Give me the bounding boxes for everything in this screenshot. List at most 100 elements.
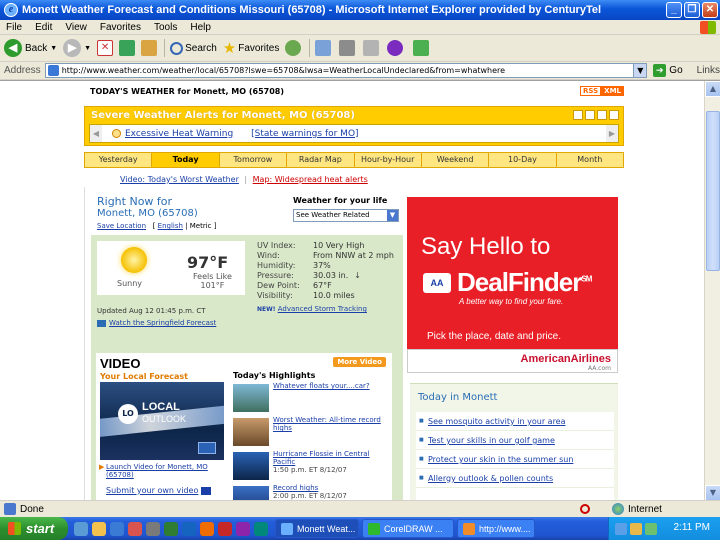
tab-yesterday[interactable]: Yesterday — [85, 153, 153, 167]
tray-volume-icon[interactable] — [630, 522, 642, 535]
alert-print-icon[interactable] — [585, 110, 595, 120]
tab-tomorrow[interactable]: Tomorrow — [219, 153, 288, 167]
favorites-button[interactable]: ★ Favorites — [223, 39, 280, 57]
system-clock[interactable]: 2:11 PM — [674, 522, 711, 533]
rss-badge[interactable]: RSS XML — [580, 86, 624, 96]
state-warnings-link[interactable]: [State warnings for MO] — [251, 129, 358, 139]
scroll-down-icon[interactable]: ▼ — [705, 485, 720, 500]
highlight-link[interactable]: Worst Weather: All-time record highs — [273, 416, 381, 432]
address-input[interactable]: http://www.weather.com/weather/local/657… — [44, 63, 648, 78]
highlight-link[interactable]: Record highs — [273, 484, 318, 492]
tab-today[interactable]: Today — [152, 153, 220, 167]
forward-dropdown-icon[interactable]: ▼ — [84, 45, 91, 52]
launch-video-link[interactable]: Launch Video for Monett, MO (65708) — [106, 463, 208, 479]
yahoo-icon[interactable] — [387, 40, 404, 56]
vertical-scrollbar[interactable]: ▲ ▼ — [704, 81, 720, 500]
menu-edit[interactable]: Edit — [35, 22, 52, 33]
tab-weekend[interactable]: Weekend — [421, 153, 490, 167]
app-icon[interactable] — [254, 521, 268, 536]
highlight-thumbnail[interactable] — [233, 384, 269, 412]
local-outlook-thumbnail[interactable]: LO LOCAL OUTLOOK — [100, 382, 224, 460]
tab-hour-by-hour[interactable]: Hour-by-Hour — [354, 153, 422, 167]
corel-icon[interactable] — [236, 521, 250, 536]
highlight-thumbnail[interactable] — [233, 418, 269, 446]
links-button[interactable]: Links — [697, 65, 720, 76]
highlight-link[interactable]: Hurricane Flossie in Central Pacific — [273, 450, 370, 466]
desktop-icon[interactable] — [74, 521, 88, 536]
folder-icon[interactable] — [92, 521, 106, 536]
menu-view[interactable]: View — [65, 22, 87, 33]
task-browser-url[interactable]: http://www.... — [457, 519, 535, 538]
highlight-item[interactable]: Worst Weather: All-time record highs — [233, 416, 389, 450]
excel-icon[interactable] — [164, 521, 178, 536]
highlight-item[interactable]: Record highs 2:00 p.m. ET 8/12/07 — [233, 484, 389, 500]
scroll-thumb[interactable] — [706, 111, 720, 271]
print-icon[interactable] — [339, 40, 356, 56]
save-location-link[interactable]: Save Location — [97, 222, 146, 230]
tray-app-icon[interactable] — [645, 522, 657, 535]
highlight-item[interactable]: Hurricane Flossie in Central Pacific 1:50… — [233, 450, 389, 484]
worst-weather-video-link[interactable]: Video: Today's Worst Weather — [120, 175, 239, 184]
word-icon[interactable] — [182, 521, 196, 536]
task-coreldraw[interactable]: CorelDRAW ... — [362, 519, 454, 538]
home-icon[interactable] — [141, 40, 158, 56]
alert-close-icon[interactable] — [609, 110, 619, 120]
dealfinder-ad[interactable]: Say Hello to AA DealFinderSM A better wa… — [407, 197, 618, 373]
menu-favorites[interactable]: Favorites — [100, 22, 141, 33]
menu-tools[interactable]: Tools — [154, 22, 177, 33]
forward-button[interactable]: ▶ ▼ — [63, 39, 91, 57]
start-button[interactable]: start — [0, 517, 68, 540]
heat-alerts-map-link[interactable]: Map: Widespread heat alerts — [253, 175, 368, 184]
menu-help[interactable]: Help — [190, 22, 211, 33]
highlight-thumbnail[interactable] — [233, 486, 269, 500]
alert-email-icon[interactable] — [573, 110, 583, 120]
messenger-icon[interactable] — [413, 40, 430, 56]
more-video-button[interactable]: More Video — [333, 357, 386, 367]
window-titlebar[interactable]: e Monett Weather Forecast and Conditions… — [0, 0, 720, 20]
english-link[interactable]: English — [158, 222, 183, 230]
tab-month[interactable]: Month — [556, 153, 623, 167]
go-button[interactable]: ➔ Go — [653, 64, 683, 77]
back-dropdown-icon[interactable]: ▼ — [50, 45, 57, 52]
ie-quicklaunch-icon[interactable] — [110, 521, 124, 536]
today-link-golf[interactable]: Test your skills in our golf game — [428, 436, 555, 445]
watch-forecast-link[interactable]: Watch the Springfield Forecast — [109, 319, 216, 327]
search-button[interactable]: Search — [170, 41, 217, 55]
task-label: http://www.... — [479, 523, 531, 534]
privacy-icon[interactable] — [580, 504, 590, 514]
restore-icon[interactable]: ❐ — [684, 2, 700, 18]
address-dropdown-icon[interactable]: ▼ — [633, 64, 647, 77]
advanced-storm-link[interactable]: Advanced Storm Tracking — [278, 305, 367, 313]
highlight-thumbnail[interactable] — [233, 452, 269, 480]
weather-related-select[interactable]: See Weather Related ▼ — [293, 209, 399, 222]
history-icon[interactable] — [285, 40, 302, 56]
app-icon[interactable] — [146, 521, 160, 536]
alert-prev-icon[interactable]: ◀ — [90, 125, 102, 142]
submit-video-link[interactable]: Submit your own video — [106, 486, 198, 495]
minimize-icon[interactable]: _ — [666, 2, 682, 18]
scroll-up-icon[interactable]: ▲ — [705, 81, 720, 97]
close-icon[interactable]: ✕ — [702, 2, 718, 18]
highlight-link[interactable]: Whatever floats your....car? — [273, 382, 370, 390]
back-button[interactable]: ◀ Back ▼ — [4, 39, 57, 57]
task-monett-weather[interactable]: Monett Weat... — [275, 519, 359, 538]
stop-icon[interactable]: ✕ — [97, 40, 114, 56]
today-link-allergy[interactable]: Allergy outlook & pollen counts — [428, 474, 553, 483]
metric-link[interactable]: Metric — [190, 222, 212, 230]
alert-next-icon[interactable]: ▶ — [606, 125, 618, 142]
today-link-skin[interactable]: Protect your skin in the summer sun — [428, 455, 573, 464]
alert-rss-icon[interactable] — [597, 110, 607, 120]
edit-icon[interactable] — [363, 40, 380, 56]
tray-network-icon[interactable] — [615, 522, 627, 535]
today-link-mosquito[interactable]: See mosquito activity in your area — [428, 417, 566, 426]
tab-10-day[interactable]: 10-Day — [489, 153, 557, 167]
acrobat-icon[interactable] — [128, 521, 142, 536]
tab-radar-map[interactable]: Radar Map — [287, 153, 355, 167]
mail-icon[interactable] — [315, 40, 332, 56]
menu-file[interactable]: File — [6, 22, 22, 33]
refresh-icon[interactable] — [119, 40, 136, 56]
powerpoint-icon[interactable] — [200, 521, 214, 536]
heat-warning-link[interactable]: Excessive Heat Warning — [125, 129, 233, 139]
highlight-item[interactable]: Whatever floats your....car? — [233, 382, 389, 416]
media-icon[interactable] — [218, 521, 232, 536]
